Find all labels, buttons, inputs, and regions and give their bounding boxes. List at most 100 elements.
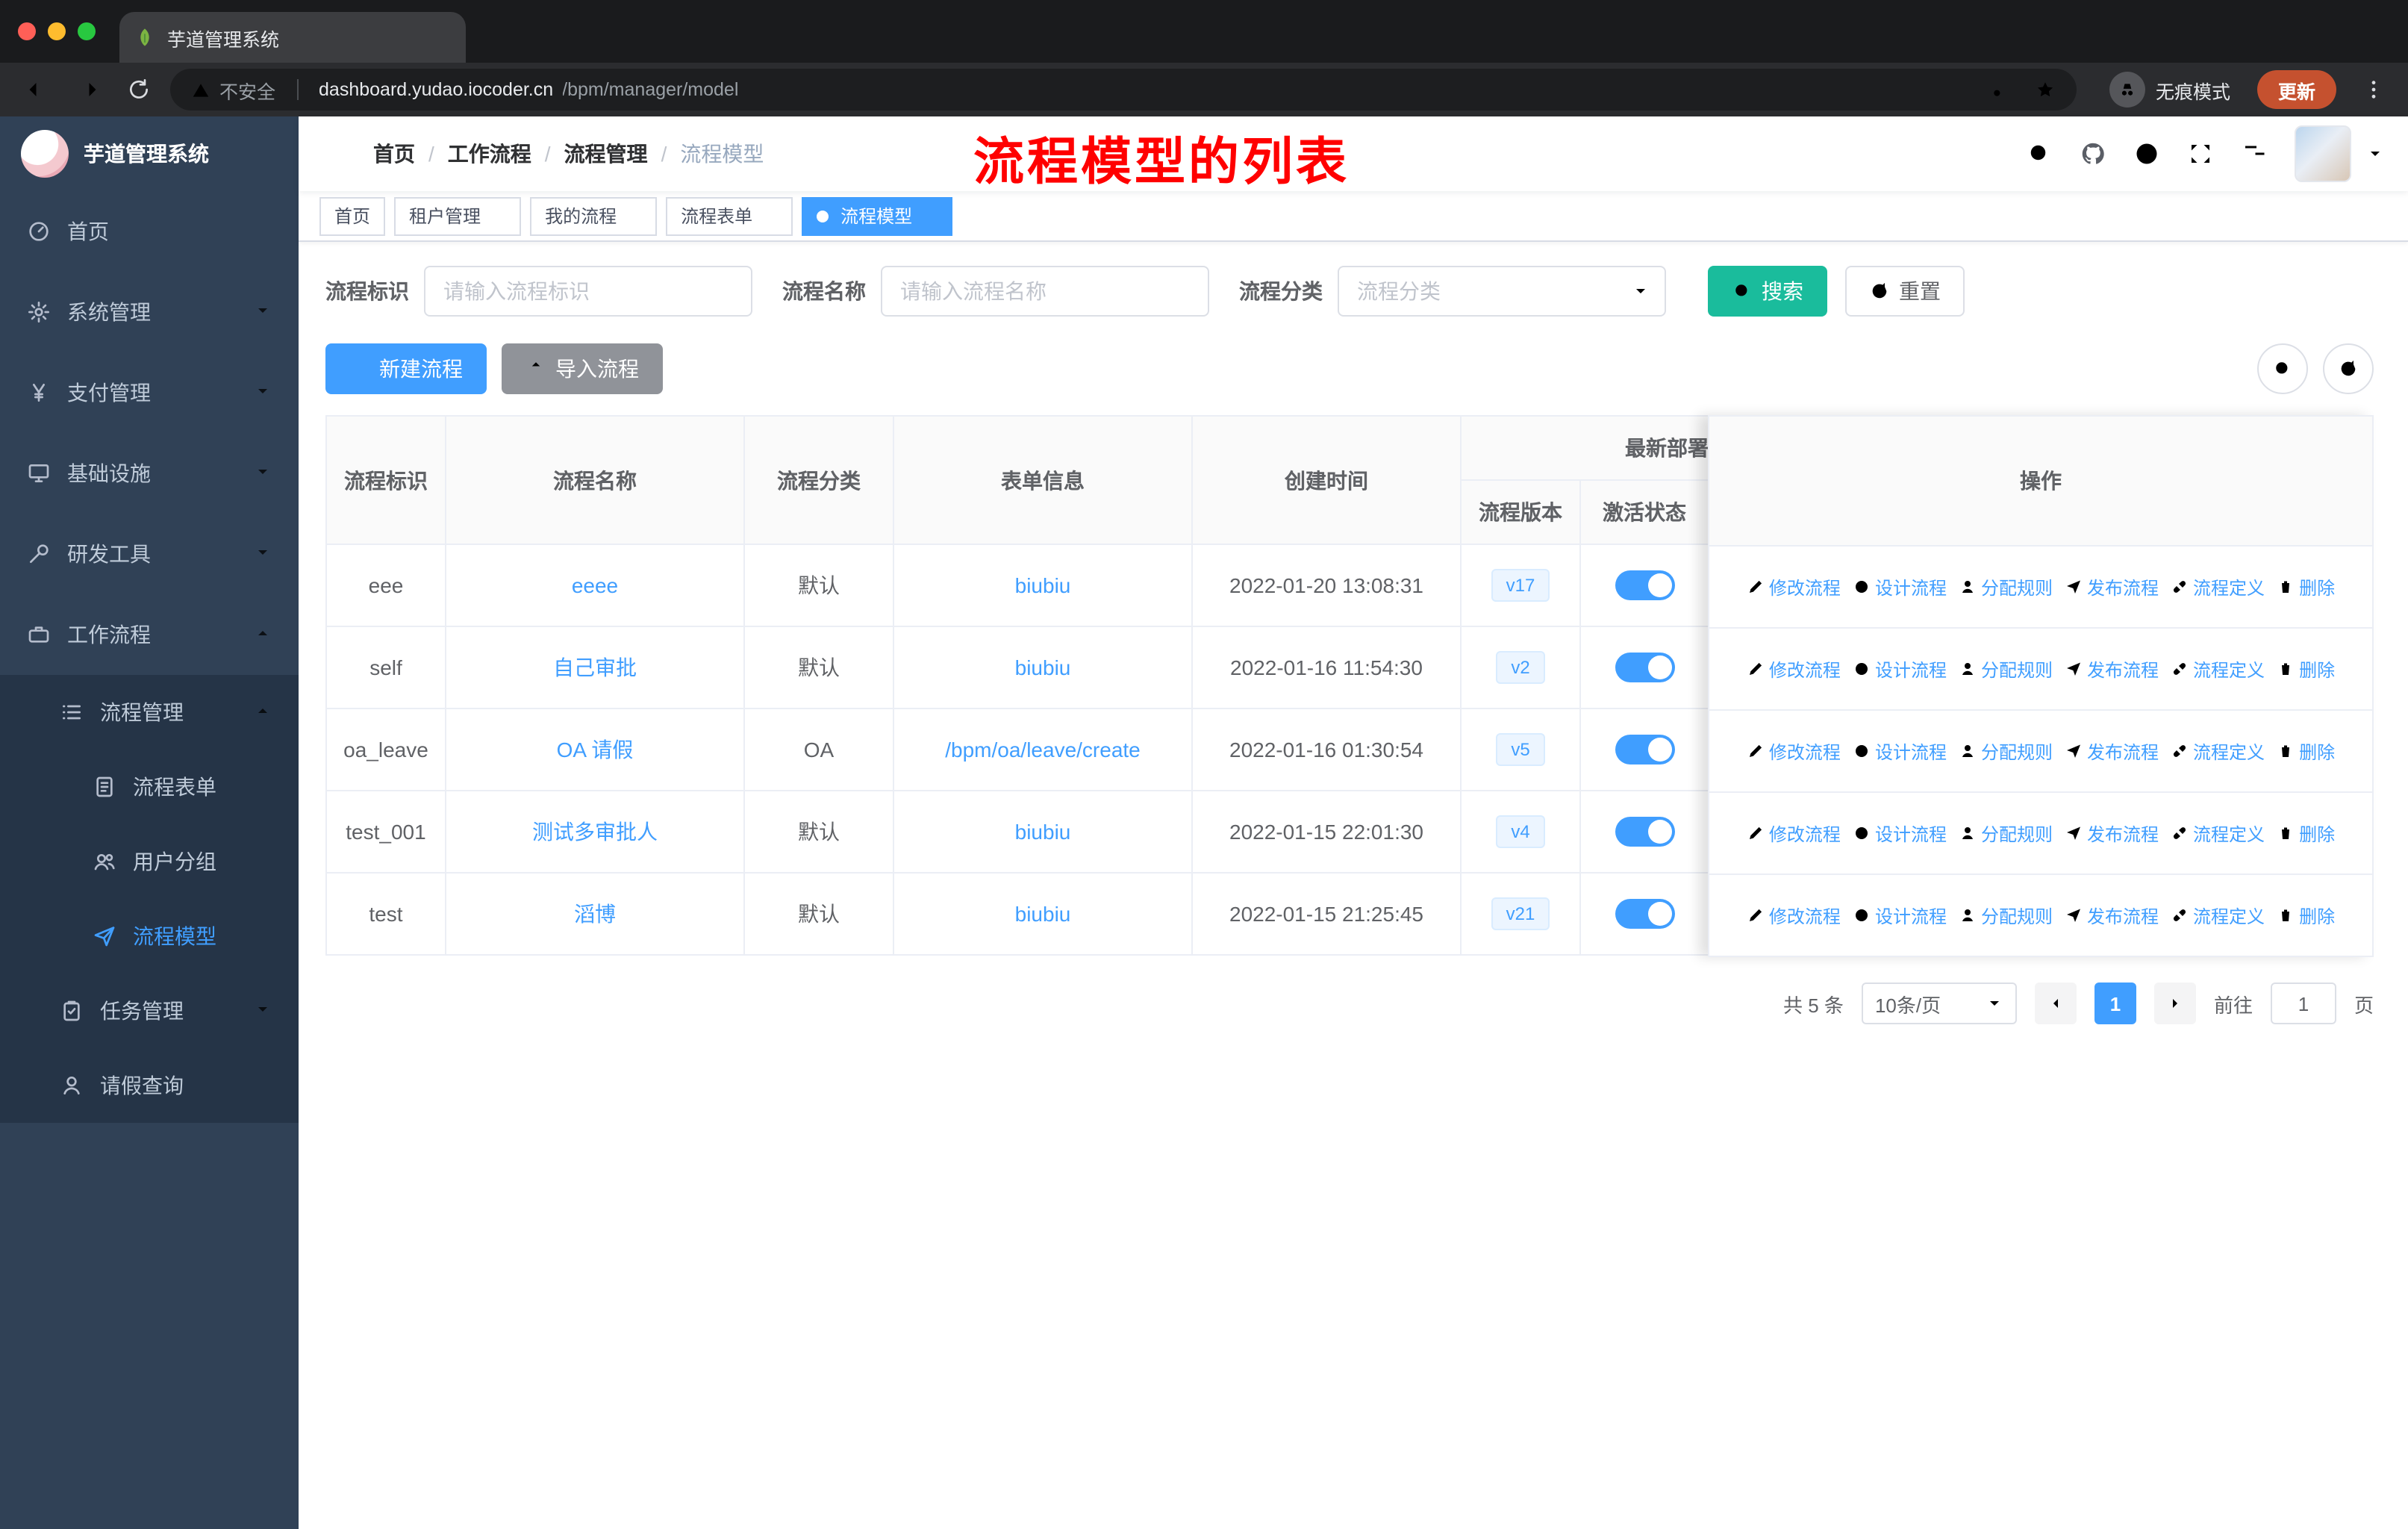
active-toggle[interactable] — [1615, 899, 1674, 929]
process-name-link[interactable]: OA 请假 — [557, 738, 634, 762]
delete-link[interactable]: 删除 — [2277, 738, 2335, 764]
publish-process-link[interactable]: 发布流程 — [2065, 820, 2159, 846]
form-link[interactable]: /bpm/oa/leave/create — [945, 738, 1141, 762]
process-definition-link[interactable]: 流程定义 — [2171, 820, 2265, 846]
refresh-table-button[interactable] — [2323, 343, 2374, 394]
publish-process-link[interactable]: 发布流程 — [2065, 903, 2159, 928]
modify-process-link[interactable]: 修改流程 — [1747, 820, 1841, 846]
process-name-link[interactable]: 测试多审批人 — [532, 820, 658, 844]
goto-page-input[interactable] — [2270, 983, 2336, 1024]
process-name-link[interactable]: 滔博 — [574, 902, 616, 926]
sidebar-item-process-management[interactable]: 流程管理 — [0, 675, 299, 750]
sidebar-item-leave-query[interactable]: 请假查询 — [0, 1048, 299, 1123]
modify-process-link[interactable]: 修改流程 — [1747, 656, 1841, 682]
process-definition-link[interactable]: 流程定义 — [2171, 903, 2265, 928]
window-minimize-button[interactable] — [48, 22, 66, 40]
sidebar-item-process-form[interactable]: 流程表单 — [0, 750, 299, 824]
current-page-button[interactable]: 1 — [2094, 983, 2136, 1024]
browser-menu-icon[interactable] — [2357, 78, 2390, 102]
tag-home[interactable]: 首页 — [319, 196, 386, 235]
form-link[interactable]: biubiu — [1015, 655, 1071, 679]
browser-update-button[interactable]: 更新 — [2256, 70, 2336, 109]
address-bar[interactable]: 不安全 dashboard.yudao.iocoder.cn /bpm/mana… — [170, 69, 2077, 110]
sidebar-item-devtools[interactable]: 研发工具 — [0, 514, 299, 594]
publish-process-link[interactable]: 发布流程 — [2065, 656, 2159, 682]
design-process-link[interactable]: 设计流程 — [1853, 574, 1947, 600]
form-link[interactable]: biubiu — [1015, 902, 1071, 926]
back-button[interactable] — [18, 70, 57, 109]
tag-my-process[interactable]: 我的流程 — [530, 196, 658, 235]
search-icon[interactable] — [2026, 140, 2053, 167]
sidebar-item-user-group[interactable]: 用户分组 — [0, 824, 299, 899]
github-icon[interactable] — [2080, 140, 2106, 167]
sidebar-item-task-management[interactable]: 任务管理 — [0, 974, 299, 1048]
sidebar-item-system[interactable]: 系统管理 — [0, 272, 299, 352]
publish-process-link[interactable]: 发布流程 — [2065, 738, 2159, 764]
tag-close-icon[interactable] — [624, 207, 642, 225]
process-definition-link[interactable]: 流程定义 — [2171, 574, 2265, 600]
assign-rule-link[interactable]: 分配规则 — [1959, 574, 2053, 600]
delete-link[interactable]: 删除 — [2277, 656, 2335, 682]
fullscreen-icon[interactable] — [2187, 140, 2214, 167]
tag-tenant-management[interactable]: 租户管理 — [394, 196, 522, 235]
sidebar-item-payment[interactable]: 支付管理 — [0, 352, 299, 433]
tag-close-icon[interactable] — [488, 207, 506, 225]
reset-button[interactable]: 重置 — [1845, 266, 1965, 317]
assign-rule-link[interactable]: 分配规则 — [1959, 903, 2053, 928]
active-toggle[interactable] — [1615, 653, 1674, 682]
sidebar-item-infrastructure[interactable]: 基础设施 — [0, 433, 299, 514]
page-size-select[interactable]: 10条/页 — [1861, 983, 2017, 1024]
delete-link[interactable]: 删除 — [2277, 574, 2335, 600]
prev-page-button[interactable] — [2034, 983, 2077, 1024]
user-avatar[interactable] — [2295, 125, 2351, 182]
browser-tab[interactable]: 芋道管理系统 — [119, 12, 466, 63]
next-page-button[interactable] — [2153, 983, 2196, 1024]
breadcrumb-home[interactable]: 首页 — [373, 139, 448, 169]
design-process-link[interactable]: 设计流程 — [1853, 820, 1947, 846]
active-toggle[interactable] — [1615, 817, 1674, 847]
active-toggle[interactable] — [1615, 735, 1674, 764]
assign-rule-link[interactable]: 分配规则 — [1959, 738, 2053, 764]
design-process-link[interactable]: 设计流程 — [1853, 903, 1947, 928]
form-link[interactable]: biubiu — [1015, 820, 1071, 844]
font-size-icon[interactable] — [2241, 140, 2268, 167]
reload-button[interactable] — [119, 70, 158, 109]
import-process-button[interactable]: 导入流程 — [502, 343, 663, 394]
active-toggle[interactable] — [1615, 570, 1674, 600]
show-search-button[interactable] — [2257, 343, 2308, 394]
process-definition-link[interactable]: 流程定义 — [2171, 656, 2265, 682]
sidebar-item-workflow[interactable]: 工作流程 — [0, 594, 299, 675]
process-category-select[interactable]: 流程分类 — [1338, 266, 1666, 317]
form-link[interactable]: biubiu — [1015, 573, 1071, 597]
window-close-button[interactable] — [18, 22, 36, 40]
process-name-link[interactable]: eeee — [572, 573, 618, 597]
tag-process-model[interactable]: 流程模型 — [802, 196, 953, 235]
delete-link[interactable]: 删除 — [2277, 820, 2335, 846]
window-maximize-button[interactable] — [78, 22, 96, 40]
design-process-link[interactable]: 设计流程 — [1853, 738, 1947, 764]
process-id-input[interactable] — [424, 266, 752, 317]
create-process-button[interactable]: 新建流程 — [325, 343, 487, 394]
search-button[interactable]: 搜索 — [1708, 266, 1827, 317]
assign-rule-link[interactable]: 分配规则 — [1959, 656, 2053, 682]
forward-button[interactable] — [69, 70, 107, 109]
bookmark-star-icon[interactable] — [2035, 79, 2056, 100]
publish-process-link[interactable]: 发布流程 — [2065, 574, 2159, 600]
process-name-link[interactable]: 自己审批 — [553, 655, 637, 679]
tag-close-icon[interactable] — [760, 207, 778, 225]
tag-process-form[interactable]: 流程表单 — [666, 196, 793, 235]
breadcrumb-process-management[interactable]: 流程管理 — [564, 139, 681, 169]
breadcrumb-workflow[interactable]: 工作流程 — [448, 139, 564, 169]
tab-close-icon[interactable] — [433, 28, 451, 46]
tag-close-icon[interactable] — [920, 207, 938, 225]
sidebar-item-process-model[interactable]: 流程模型 — [0, 899, 299, 974]
password-key-icon[interactable] — [1990, 79, 2011, 100]
help-icon[interactable] — [2133, 140, 2160, 167]
process-definition-link[interactable]: 流程定义 — [2171, 738, 2265, 764]
modify-process-link[interactable]: 修改流程 — [1747, 903, 1841, 928]
modify-process-link[interactable]: 修改流程 — [1747, 574, 1841, 600]
modify-process-link[interactable]: 修改流程 — [1747, 738, 1841, 764]
sidebar-item-home[interactable]: 首页 — [0, 191, 299, 272]
delete-link[interactable]: 删除 — [2277, 903, 2335, 928]
process-name-input[interactable] — [881, 266, 1209, 317]
